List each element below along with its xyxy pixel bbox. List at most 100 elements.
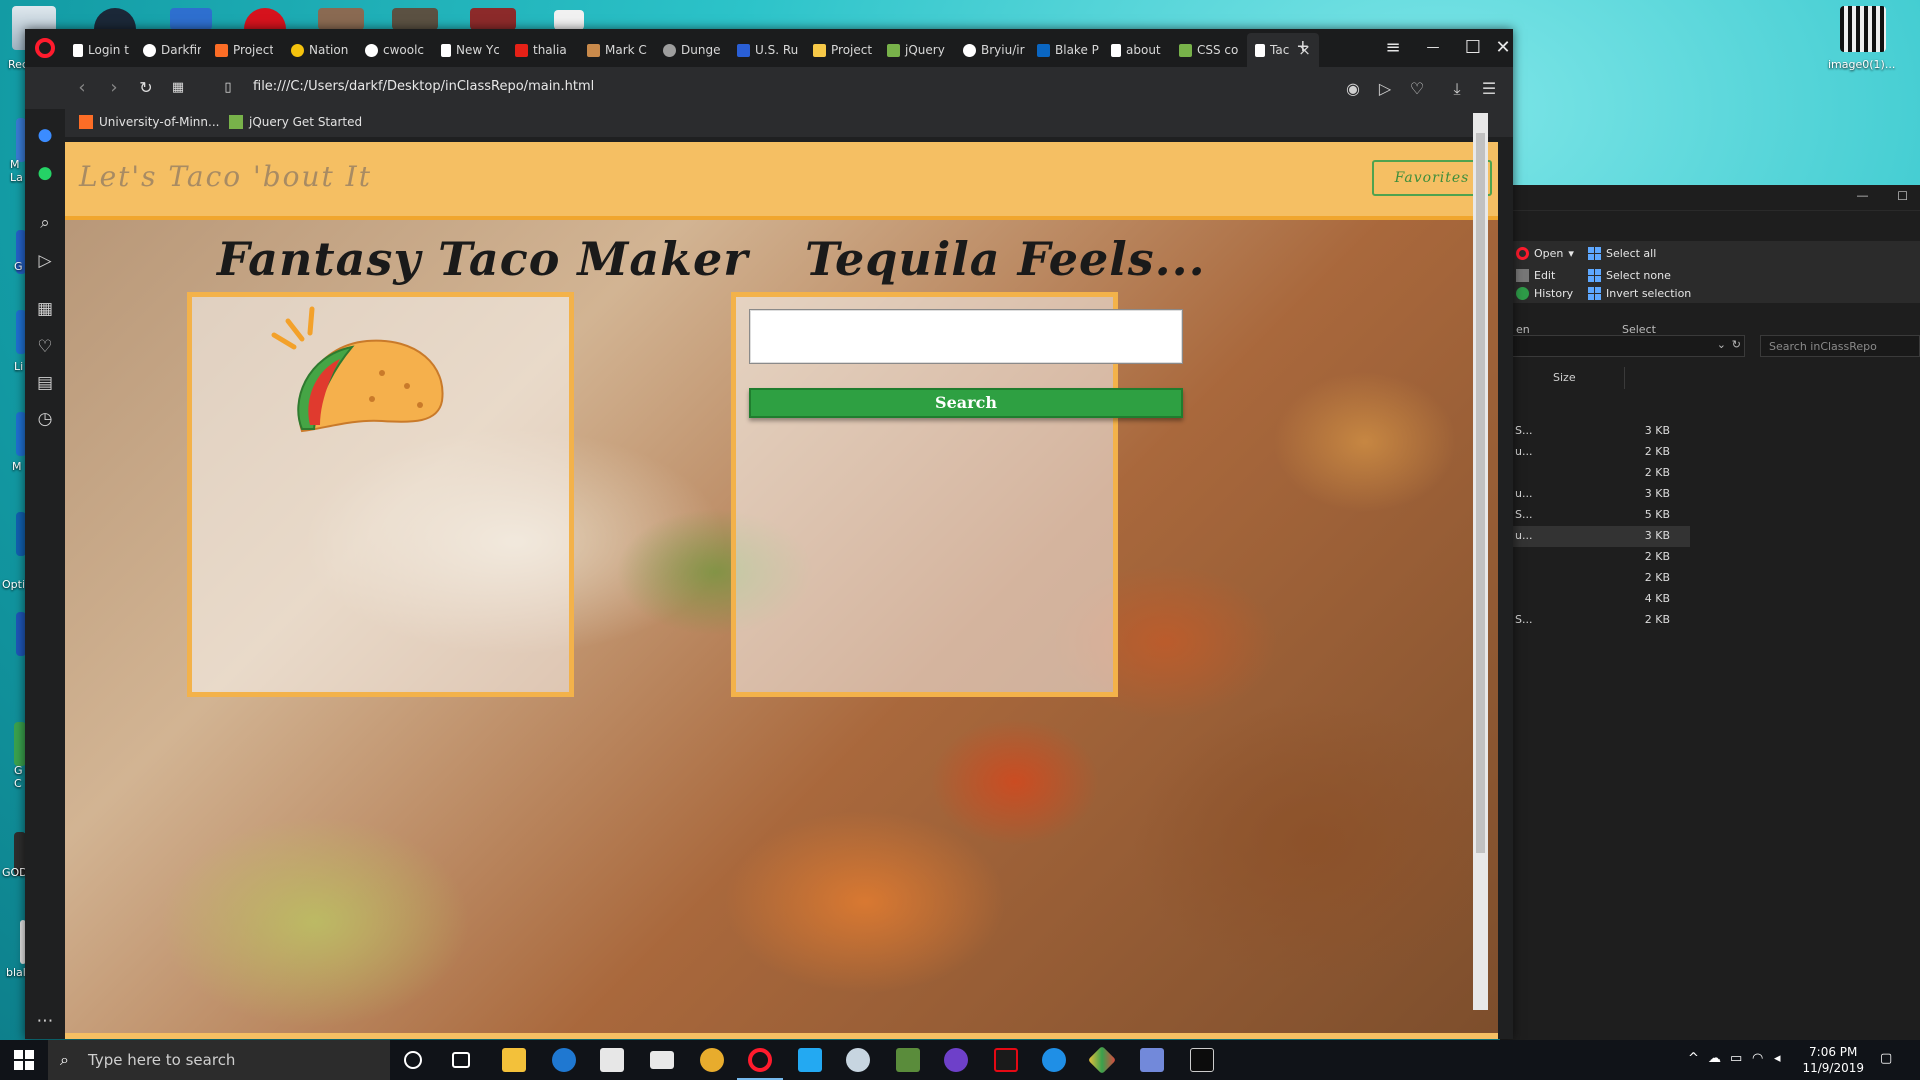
- tab[interactable]: thalia: [515, 39, 573, 61]
- minimize-button[interactable]: —: [1413, 33, 1453, 63]
- tab[interactable]: New Yc: [441, 39, 499, 61]
- file-row[interactable]: S... 5 KB: [1500, 505, 1690, 526]
- tab[interactable]: Blake P: [1037, 39, 1099, 61]
- file-row[interactable]: 2 KB: [1500, 568, 1690, 589]
- file-row[interactable]: 4 KB: [1500, 589, 1690, 610]
- edit-button[interactable]: Edit: [1516, 269, 1555, 282]
- tab[interactable]: Nation: [291, 39, 349, 61]
- tab[interactable]: Project: [215, 39, 273, 61]
- tab[interactable]: Login t: [73, 39, 129, 61]
- speed-dial-icon[interactable]: ▦: [167, 77, 189, 99]
- file-row[interactable]: 2 KB: [1500, 547, 1690, 568]
- tab-menu-icon[interactable]: ≡: [1373, 33, 1413, 63]
- search-button[interactable]: Search: [749, 388, 1183, 418]
- photo-shortcut-icon[interactable]: [318, 8, 364, 30]
- heart-icon[interactable]: ♡: [1405, 77, 1429, 101]
- tab[interactable]: Mark C: [587, 39, 649, 61]
- tab[interactable]: about: [1111, 39, 1167, 61]
- cocktail-search-input[interactable]: [749, 309, 1183, 364]
- tab[interactable]: Darkfir: [143, 39, 201, 61]
- bookmark[interactable]: University-of-Minn...: [79, 115, 219, 129]
- mail-icon[interactable]: [650, 1051, 674, 1069]
- tab[interactable]: Dunge: [663, 39, 725, 61]
- close-window-button[interactable]: ✕: [1493, 33, 1513, 63]
- vscode-icon[interactable]: [798, 1048, 822, 1072]
- maximize-icon[interactable]: ☐: [1897, 189, 1908, 203]
- speed-dial-icon[interactable]: ▦: [33, 297, 57, 321]
- tab[interactable]: cwoolc: [365, 39, 425, 61]
- tab[interactable]: CSS co: [1179, 39, 1241, 61]
- whatsapp-icon[interactable]: ●: [33, 161, 57, 185]
- history-button[interactable]: History: [1516, 287, 1573, 300]
- send-icon[interactable]: ▷: [1373, 77, 1397, 101]
- invert-selection-button[interactable]: Invert selection: [1588, 287, 1691, 300]
- opera-icon[interactable]: [748, 1048, 772, 1072]
- messenger-icon[interactable]: ●: [33, 123, 57, 147]
- refresh-icon[interactable]: ↻: [1732, 338, 1741, 351]
- new-tab-button[interactable]: +: [1297, 36, 1309, 59]
- volume-icon[interactable]: ◂: [1774, 1051, 1781, 1066]
- store-icon[interactable]: [600, 1048, 624, 1072]
- cortana-icon[interactable]: [404, 1051, 422, 1069]
- netflix-icon[interactable]: [994, 1048, 1018, 1072]
- scrollbar-thumb[interactable]: [1476, 133, 1485, 853]
- discord-icon[interactable]: [1140, 1048, 1164, 1072]
- slack-icon[interactable]: [700, 1048, 724, 1072]
- explorer-search-input[interactable]: Search inClassRepo: [1760, 335, 1920, 357]
- maximize-button[interactable]: ☐: [1453, 33, 1493, 63]
- safari-icon[interactable]: [1042, 1048, 1066, 1072]
- file-row[interactable]: u... 3 KB: [1500, 484, 1690, 505]
- taskbar-search-input[interactable]: Type here to search: [48, 1040, 390, 1080]
- explorer-address-bar[interactable]: ⌄ ↻: [1500, 335, 1745, 357]
- opera-menu-icon[interactable]: [35, 38, 55, 58]
- search-icon[interactable]: ⌕: [33, 211, 57, 235]
- tab[interactable]: jQuery: [887, 39, 949, 61]
- image-file-icon[interactable]: [1840, 6, 1886, 52]
- file-row[interactable]: S... 3 KB: [1500, 421, 1690, 442]
- chevron-up-icon[interactable]: ^: [1688, 1051, 1699, 1066]
- open-button[interactable]: Open ▾: [1516, 247, 1574, 260]
- reload-icon[interactable]: ↻: [135, 77, 157, 99]
- site-brand[interactable]: Let's Taco 'bout It: [79, 160, 372, 193]
- task-view-icon[interactable]: [452, 1052, 470, 1068]
- select-all-button[interactable]: Select all: [1588, 247, 1656, 260]
- tab[interactable]: Bryiu/ir: [963, 39, 1025, 61]
- document-shortcut-icon[interactable]: [554, 10, 584, 30]
- minimize-icon[interactable]: —: [1857, 190, 1868, 202]
- github-desktop-icon[interactable]: [944, 1048, 968, 1072]
- heart-icon[interactable]: ♡: [33, 335, 57, 359]
- send-icon[interactable]: ▷: [33, 249, 57, 273]
- file-row[interactable]: S... 2 KB: [1500, 610, 1690, 631]
- size-column-header[interactable]: Size: [1545, 367, 1625, 389]
- file-row[interactable]: u... 2 KB: [1500, 442, 1690, 463]
- minecraft-icon[interactable]: [896, 1048, 920, 1072]
- page-info-icon[interactable]: ▯: [217, 77, 239, 99]
- terminal-icon[interactable]: [1190, 1048, 1214, 1072]
- windows-start-icon[interactable]: [14, 1050, 34, 1070]
- back-icon[interactable]: ‹: [71, 77, 93, 99]
- news-icon[interactable]: ▤: [33, 371, 57, 395]
- photo-shortcut-icon[interactable]: [392, 8, 438, 30]
- select-none-button[interactable]: Select none: [1588, 269, 1671, 282]
- chevron-down-icon[interactable]: ⌄: [1717, 338, 1726, 351]
- easy-setup-icon[interactable]: ☰: [1477, 77, 1501, 101]
- snapshot-icon[interactable]: ◉: [1341, 77, 1365, 101]
- onedrive-icon[interactable]: ☁: [1708, 1051, 1721, 1066]
- url-field[interactable]: file:///C:/Users/darkf/Desktop/inClassRe…: [253, 79, 594, 94]
- tab[interactable]: Project: [813, 39, 873, 61]
- edge-icon[interactable]: [552, 1048, 576, 1072]
- forward-icon[interactable]: ›: [103, 77, 125, 99]
- bookmark[interactable]: jQuery Get Started: [229, 115, 362, 129]
- taskbar-clock[interactable]: 7:06 PM 11/9/2019: [1802, 1044, 1864, 1076]
- anime-shortcut-icon[interactable]: [470, 8, 516, 30]
- file-row[interactable]: u... 3 KB: [1500, 526, 1690, 547]
- file-explorer-icon[interactable]: [502, 1048, 526, 1072]
- sourcetree-icon[interactable]: [1087, 1045, 1117, 1075]
- download-icon[interactable]: ⤓: [1445, 77, 1469, 101]
- app-shortcut-icon[interactable]: [170, 8, 212, 30]
- history-icon[interactable]: ◷: [33, 407, 57, 431]
- more-icon[interactable]: ⋯: [33, 1009, 57, 1033]
- wifi-icon[interactable]: ◠: [1752, 1051, 1763, 1066]
- file-row[interactable]: 2 KB: [1500, 463, 1690, 484]
- steam-icon[interactable]: [846, 1048, 870, 1072]
